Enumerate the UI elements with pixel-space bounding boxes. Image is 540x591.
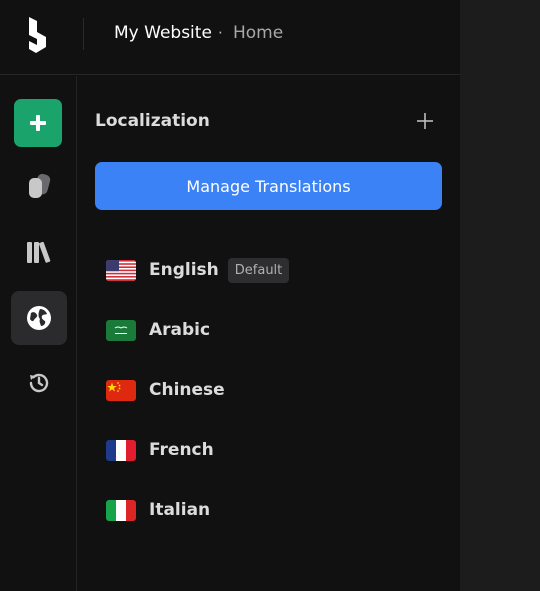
language-item-italian[interactable]: Italian: [106, 480, 446, 540]
italy-flag-icon: [106, 499, 136, 521]
language-list: English Default Arabic Chinese French It…: [106, 240, 446, 540]
language-label: Chinese: [149, 380, 225, 400]
saudi-flag-icon: [106, 319, 136, 341]
default-badge: Default: [227, 257, 290, 283]
history-icon: [29, 373, 49, 393]
add-language-button[interactable]: [414, 110, 436, 132]
manage-translations-button[interactable]: Manage Translations: [95, 162, 442, 210]
library-icon: [27, 241, 51, 263]
language-label: Arabic: [149, 320, 211, 340]
panel-title: Localization: [95, 111, 210, 131]
us-flag-icon: [106, 259, 136, 281]
language-label: French: [149, 440, 214, 460]
language-label: Italian: [149, 500, 211, 520]
plus-icon: [30, 115, 46, 131]
pages-icon: [29, 173, 51, 198]
language-item-french[interactable]: French: [106, 420, 446, 480]
language-item-english[interactable]: English Default: [106, 240, 446, 300]
sidebar-rail: [0, 76, 77, 591]
rail-history-button[interactable]: [11, 356, 67, 410]
rail-library-button[interactable]: [11, 225, 67, 279]
app-window: My Website · Home Localization Manage Tr…: [0, 0, 460, 591]
china-flag-icon: [106, 379, 136, 401]
rail-add-button[interactable]: [14, 99, 62, 147]
language-label: English: [149, 260, 219, 280]
language-item-arabic[interactable]: Arabic: [106, 300, 446, 360]
logo-icon[interactable]: [26, 17, 48, 53]
rail-localization-button[interactable]: [11, 291, 67, 345]
canvas-area: [460, 0, 540, 591]
plus-icon: [417, 113, 433, 129]
site-name[interactable]: My Website: [114, 23, 212, 43]
breadcrumb-page[interactable]: Home: [233, 23, 283, 43]
top-bar: My Website · Home: [0, 0, 460, 75]
language-item-chinese[interactable]: Chinese: [106, 360, 446, 420]
breadcrumb-separator: ·: [218, 24, 223, 42]
topbar-divider: [83, 18, 84, 50]
rail-pages-button[interactable]: [11, 159, 67, 213]
france-flag-icon: [106, 439, 136, 461]
globe-icon: [27, 306, 51, 330]
